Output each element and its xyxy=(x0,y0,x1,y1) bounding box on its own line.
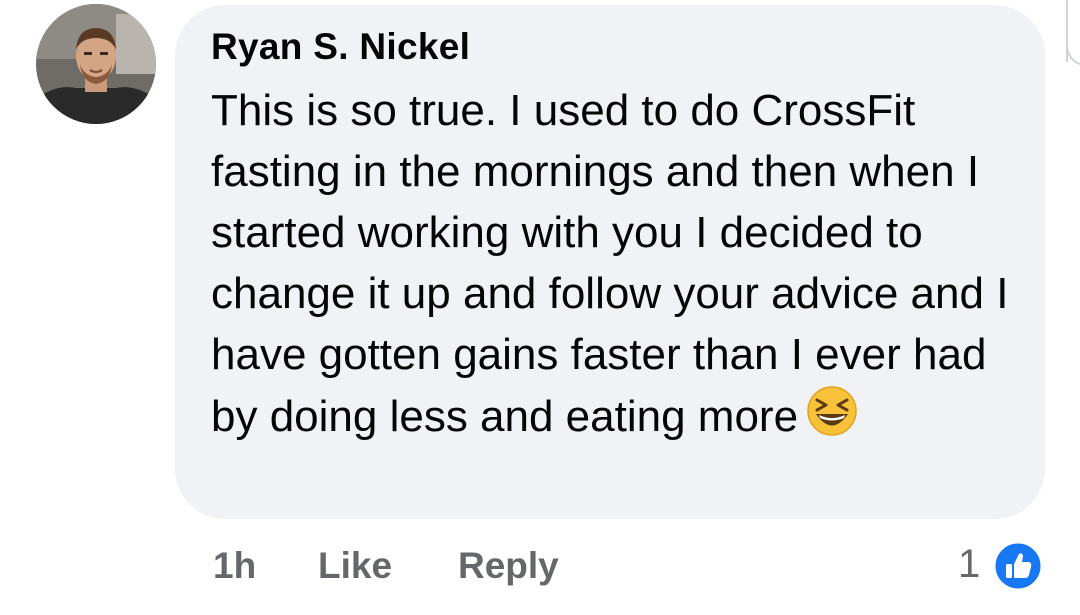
grinning-squinting-face-icon xyxy=(806,385,858,453)
comment-author[interactable]: Ryan S. Nickel xyxy=(211,26,470,68)
comment-timestamp: 1h xyxy=(213,545,257,586)
comment-text: This is so true. I used to do CrossFit f… xyxy=(211,86,1009,441)
comment-body: This is so true. I used to do CrossFit f… xyxy=(211,80,1021,453)
like-button[interactable]: Like xyxy=(318,545,392,587)
avatar[interactable] xyxy=(36,4,156,124)
profile-photo-icon xyxy=(36,4,156,124)
comment-screen: Ryan S. Nickel This is so true. I used t… xyxy=(0,0,1080,615)
like-reaction-icon[interactable] xyxy=(992,540,1044,592)
divider xyxy=(1066,36,1080,66)
reaction-count[interactable]: 1 xyxy=(958,542,980,587)
reply-button[interactable]: Reply xyxy=(458,545,559,587)
